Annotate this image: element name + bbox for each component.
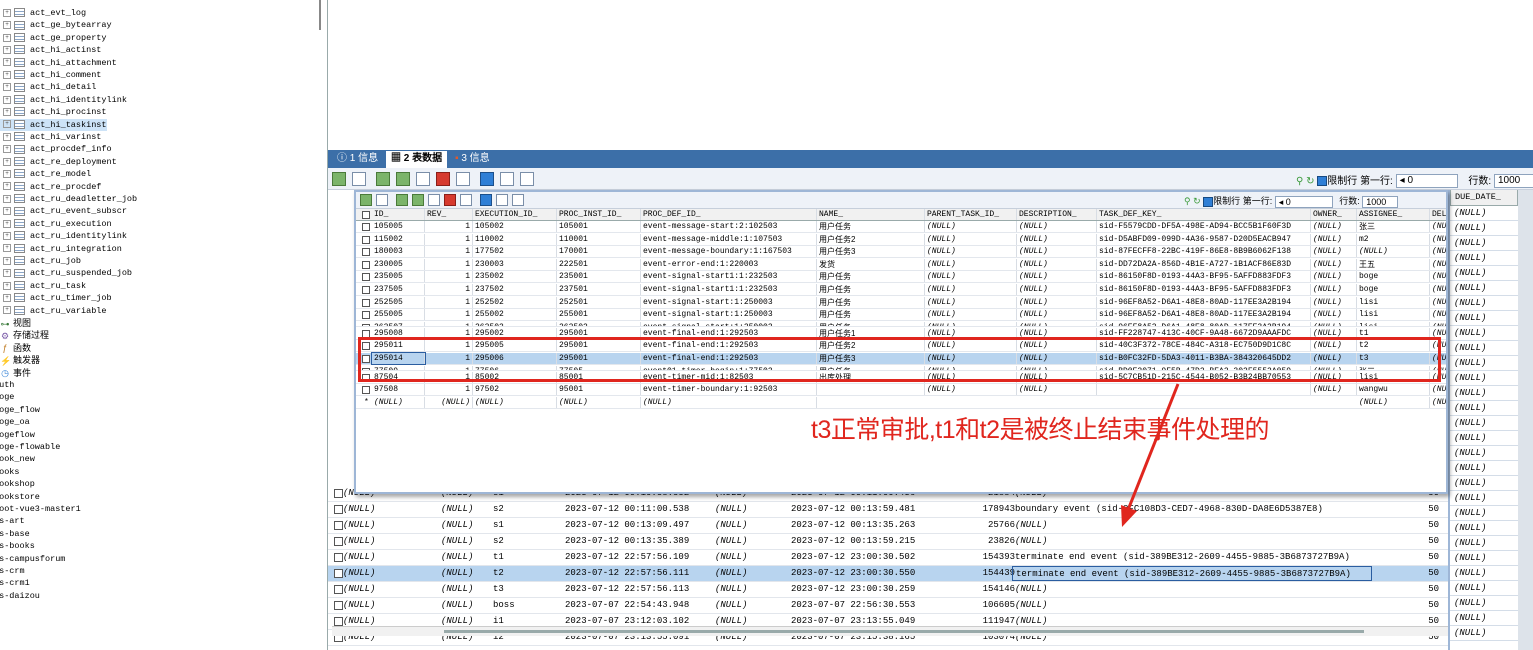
annotation-arrow bbox=[1121, 383, 1180, 527]
